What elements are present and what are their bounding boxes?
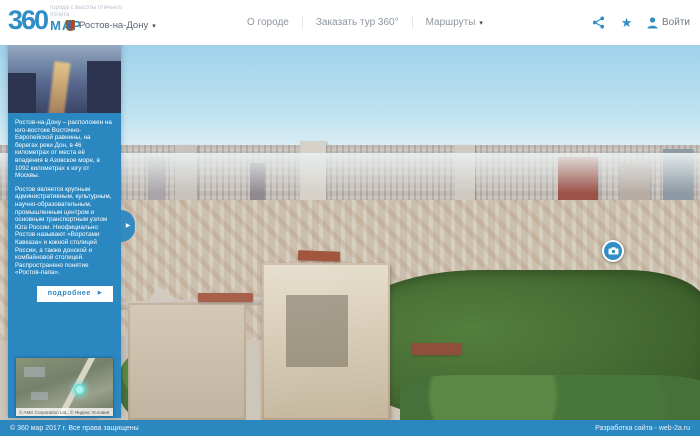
about-city-paragraph: Ростов-на-Дону – расположен на юго-восто… — [8, 113, 121, 180]
minimap-block — [31, 392, 48, 400]
logo-number: 360 — [8, 5, 47, 35]
current-location-dot — [74, 384, 85, 395]
nav-separator — [412, 16, 413, 29]
red-roof — [298, 250, 340, 261]
city-selector[interactable]: Ростов-на-Дону ▾ — [66, 20, 156, 31]
panorama-point-marker[interactable] — [602, 240, 624, 262]
login-label: Войти — [662, 17, 690, 28]
user-icon — [647, 17, 658, 29]
developer-link[interactable]: Разработка сайта - web-2a.ru — [595, 425, 690, 432]
arrow-right-icon: ▶ — [126, 223, 131, 229]
chevron-down-icon: ▾ — [152, 22, 156, 30]
arrow-right-icon: ▶ — [98, 291, 102, 296]
city-selector-label: Ростов-на-Дону — [79, 20, 148, 31]
header: 360 города с высоты птичьего полета МАР … — [0, 0, 700, 45]
login-button[interactable]: Войти — [647, 17, 690, 29]
share-icon — [592, 16, 605, 29]
minimap-attribution: © AMS Corporation Ltd., © Яндекс Условия — [16, 408, 113, 416]
courtyard — [286, 295, 348, 367]
photo-building-silhouette — [8, 73, 36, 113]
main-nav: О городе Заказать тур 360° Маршруты ▾ — [247, 0, 483, 45]
minimap-block — [24, 367, 45, 377]
red-roof — [412, 343, 462, 355]
nav-separator — [302, 16, 303, 29]
logo-tagline: города с высоты птичьего полета — [50, 5, 132, 19]
footer: © 360 мар 2017 г. Все права защищены Раз… — [0, 420, 700, 436]
photo-building-silhouette — [87, 61, 121, 113]
nav-item-routes[interactable]: Маршруты ▾ — [426, 17, 483, 28]
about-city-paragraph: Ростов является крупным административным… — [8, 180, 121, 277]
red-roof — [198, 293, 253, 302]
nav-item-about-city[interactable]: О городе — [247, 17, 289, 28]
photo-street-lights — [47, 61, 70, 113]
favorite-button[interactable]: ★ — [619, 15, 634, 30]
city-photo — [8, 40, 121, 113]
city-crest-icon — [66, 20, 75, 31]
location-minimap[interactable]: © AMS Corporation Ltd., © Яндекс Условия — [16, 358, 113, 416]
chevron-down-icon: ▾ — [479, 19, 483, 27]
page: 360 города с высоты птичьего полета МАР … — [0, 0, 700, 436]
copyright-text: © 360 мар 2017 г. Все права защищены — [10, 425, 139, 432]
trees — [400, 375, 700, 420]
foreground-building — [262, 263, 390, 420]
foreground-building — [128, 303, 246, 420]
camera-icon — [608, 247, 619, 255]
nav-item-order-tour[interactable]: Заказать тур 360° — [316, 17, 399, 28]
share-button[interactable] — [591, 15, 606, 30]
star-icon: ★ — [621, 16, 633, 29]
header-actions: ★ Войти — [591, 0, 690, 45]
city-info-sidebar: Ростов-на-Дону – расположен на юго-восто… — [8, 40, 121, 418]
more-details-button[interactable]: подробнее ▶ — [37, 286, 113, 302]
